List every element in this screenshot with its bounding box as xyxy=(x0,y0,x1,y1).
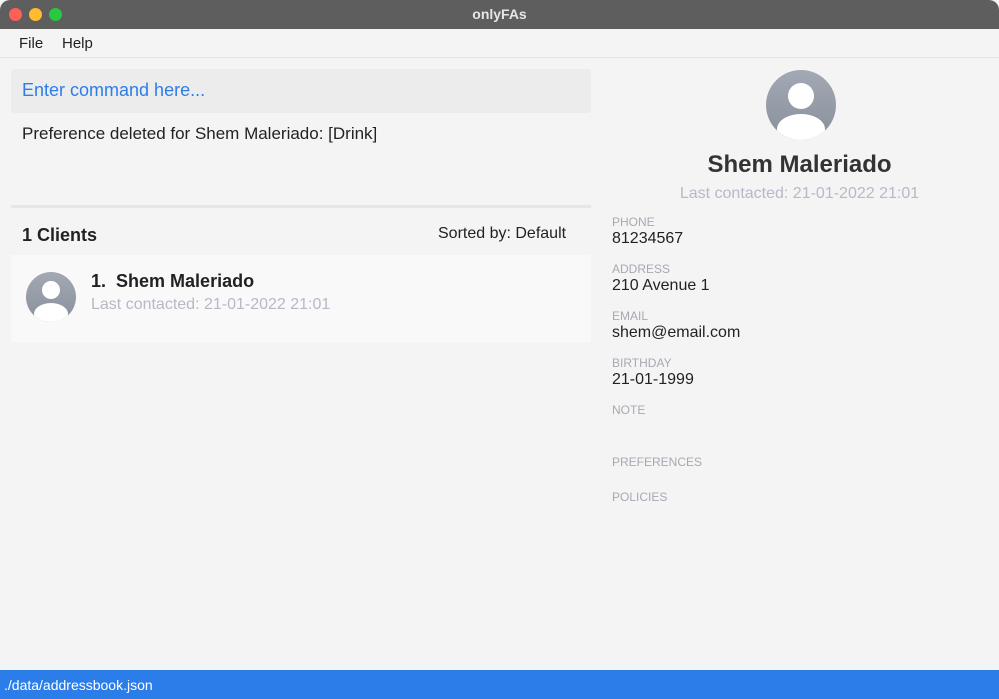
avatar-icon xyxy=(26,272,76,322)
policies-label: POLICIES xyxy=(612,490,668,504)
profile-last-contacted: Last contacted: 21-01-2022 21:01 xyxy=(679,185,920,202)
window-title: onlyFAs xyxy=(472,6,527,22)
profile-name: Shem Maleriado xyxy=(707,151,892,178)
title-bar: onlyFAs xyxy=(0,0,999,29)
email-value: shem@email.com xyxy=(612,324,741,341)
address-value: 210 Avenue 1 xyxy=(612,277,710,294)
sort-label: Sorted by: Default xyxy=(438,225,567,242)
phone-label: PHONE xyxy=(612,215,655,229)
client-name: 1. Shem Maleriado xyxy=(91,271,255,291)
divider xyxy=(11,205,591,208)
result-display: Preference deleted for Shem Maleriado: [… xyxy=(22,124,378,143)
address-label: ADDRESS xyxy=(612,262,671,276)
client-last-contacted: Last contacted: 21-01-2022 21:01 xyxy=(91,296,331,313)
client-card[interactable]: 1. Shem Maleriado Last contacted: 21-01-… xyxy=(11,255,591,342)
menu-file[interactable]: File xyxy=(19,35,43,52)
profile-avatar-icon xyxy=(766,70,836,140)
phone-value: 81234567 xyxy=(612,230,684,247)
status-bar: ./data/addressbook.json xyxy=(0,670,999,699)
preferences-label: PREFERENCES xyxy=(612,455,703,469)
client-count: 1 Clients xyxy=(22,225,98,245)
note-label: NOTE xyxy=(612,403,646,417)
menu-bar: File Help xyxy=(0,29,999,58)
birthday-value: 21-01-1999 xyxy=(612,371,694,388)
email-label: EMAIL xyxy=(612,309,649,323)
command-input[interactable]: Enter command here... xyxy=(11,69,591,113)
birthday-label: BIRTHDAY xyxy=(612,356,672,370)
menu-help[interactable]: Help xyxy=(62,35,93,52)
